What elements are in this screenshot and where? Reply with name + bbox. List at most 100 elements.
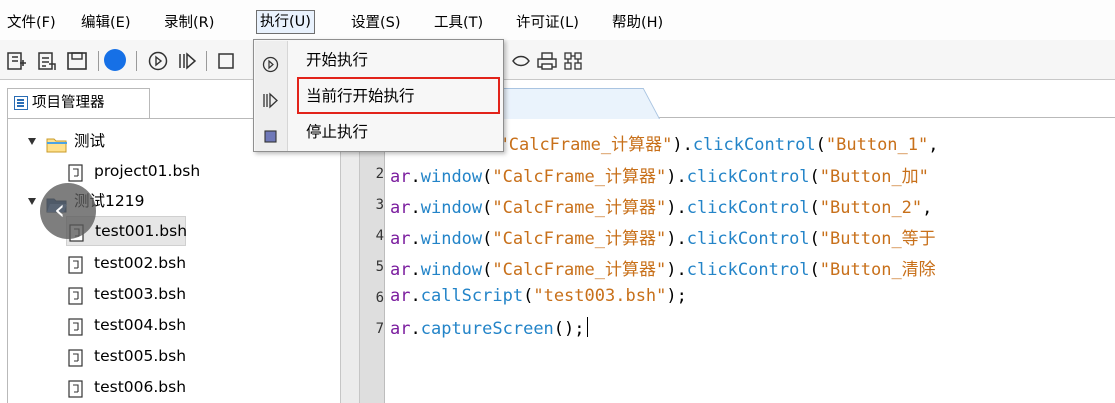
line-number: 5 [375,259,384,275]
code-token: "CalcFrame_计算器" [492,198,667,218]
project-manager-tab[interactable]: 项目管理器 [7,88,150,118]
tree-label: test005.bsh [94,347,187,365]
script-file-icon [68,254,84,274]
code-token: ( [809,198,820,218]
code-token: "Button_等于 [819,229,936,249]
code-token: captureScreen [420,319,554,339]
code-line[interactable]: ar.callScript("test003.bsh"); [390,286,687,306]
code-token: ( [482,167,493,187]
code-token: ar [390,286,411,306]
code-token: ( [809,167,820,187]
code-token: ). [666,229,687,249]
code-token: ar [390,198,411,218]
code-token: "CalcFrame_计算器" [492,260,667,280]
code-line[interactable]: ar.window("CalcFrame_计算器").clickControl(… [390,255,936,280]
execute-menu-dropdown: 开始执行 当前行开始执行 停止执行 [253,39,504,152]
tree-label: test004.bsh [94,316,187,334]
menu-execute[interactable]: 执行(U) [256,10,315,34]
tree-label: 测试 [74,132,106,150]
code-line[interactable]: ar.window("CalcFrame_计算器").clickControl(… [390,162,929,187]
code-token: . [410,286,421,306]
menu-edit[interactable]: 编辑(E) [81,11,130,35]
toolbar-separator [206,51,207,71]
menu-file[interactable]: 文件(F) [7,11,56,35]
save-icon[interactable] [66,50,88,72]
layout-icon[interactable] [562,50,584,72]
script-file-icon [68,378,84,398]
code-token: ar [390,319,411,339]
expand-arrow-icon[interactable] [28,198,36,205]
project-manager-tab-label: 项目管理器 [32,95,105,111]
code-token: ( [482,198,493,218]
code-token: "Button_清除 [819,260,936,280]
expand-arrow-icon[interactable] [28,138,36,145]
back-overlay-button[interactable]: ‹ [40,183,96,239]
code-line[interactable]: w("CalcFrame_计算器").clickControl("Button_… [478,130,939,155]
tree-label: test003.bsh [94,285,187,303]
line-number: 6 [375,290,384,306]
code-token: , [928,135,939,155]
folder-icon [46,133,68,153]
run-from-line-icon [262,88,279,109]
tree-label: test002.bsh [94,254,187,272]
project-manager-icon [14,96,28,110]
toolbar [0,40,1115,80]
code-token: window [420,198,483,218]
code-token: callScript [420,286,524,306]
code-line[interactable]: ar.window("CalcFrame_计算器").clickControl(… [390,224,936,249]
code-token: . [410,319,421,339]
code-token: clickControl [686,229,810,249]
code-token: "test003.bsh" [533,286,667,306]
code-token: window [420,260,483,280]
record-icon[interactable] [103,48,127,72]
code-token: ( [809,260,820,280]
code-token: "CalcFrame_计算器" [492,167,667,187]
code-token: clickControl [686,198,810,218]
tree-label: test006.bsh [94,378,187,396]
script-file-icon [68,285,84,305]
menu-item-start-execution[interactable]: 开始执行 [254,44,503,76]
code-token: "Button_加" [819,167,929,187]
menu-tools[interactable]: 工具(T) [434,11,483,35]
code-token: . [410,260,421,280]
new-file-icon[interactable] [36,50,58,72]
menu-settings[interactable]: 设置(S) [351,11,401,35]
code-token: . [410,167,421,187]
script-file-icon [68,316,84,336]
menu-item-label: 开始执行 [306,51,369,69]
code-token: clickControl [686,167,810,187]
code-token: "CalcFrame_计算器" [498,135,673,155]
menu-help[interactable]: 帮助(H) [612,11,663,35]
code-line[interactable]: ar.window("CalcFrame_计算器").clickControl(… [390,193,932,218]
code-token: ( [482,260,493,280]
code-token: ). [666,167,687,187]
print-icon[interactable] [536,50,558,72]
code-token: window [420,229,483,249]
script-file-icon [68,347,84,367]
code-token: ). [672,135,693,155]
line-number: 3 [375,197,384,213]
code-token: ar [390,167,411,187]
menu-license[interactable]: 许可证(L) [516,11,579,35]
project-tree: 测试 project01.bsh 测试1219 test001.bsh test… [7,118,340,403]
stop-icon[interactable] [215,50,237,72]
line-number: 4 [375,228,384,244]
run-from-line-icon[interactable] [176,50,198,72]
highlight-box [297,77,500,114]
code-line[interactable]: ar.captureScreen(); [390,317,589,339]
code-token: ar [390,229,411,249]
line-number: 7 [375,321,384,337]
stop-square-icon [262,124,279,143]
run-icon[interactable] [147,50,169,72]
menu-item-stop-execution[interactable]: 停止执行 [254,116,503,148]
tree-label: project01.bsh [94,162,201,180]
code-token: . [410,198,421,218]
code-token: . [410,229,421,249]
code-token: "Button_1" [825,135,929,155]
spy-icon[interactable] [510,50,532,72]
code-token: ( [482,229,493,249]
new-project-icon[interactable] [6,50,28,72]
code-token: ). [666,260,687,280]
chevron-left-icon: ‹ [54,193,66,226]
menu-record[interactable]: 录制(R) [164,11,214,35]
